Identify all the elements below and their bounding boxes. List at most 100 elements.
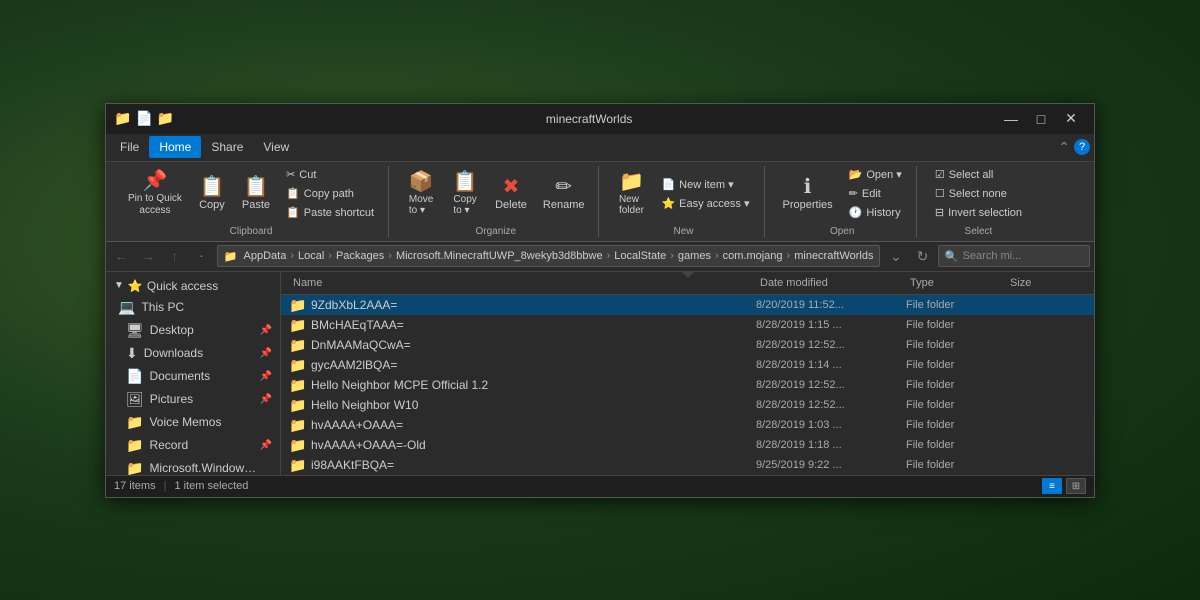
address-path[interactable]: 📁 AppData › Local › Packages › Microsoft… [217, 245, 881, 267]
up-button[interactable]: ↑ [163, 244, 186, 268]
file-modified-7: 8/28/2019 1:18 ... [756, 439, 906, 451]
col-header-name[interactable]: Name [289, 274, 756, 292]
delete-button[interactable]: ✖ Delete [489, 173, 533, 215]
new-label: New [673, 222, 693, 237]
col-header-type[interactable]: Type [906, 274, 1006, 292]
open-button[interactable]: 📂 Open ▾ [843, 166, 908, 183]
copy-button[interactable]: 📋 Copy [192, 173, 232, 215]
selection-count: 1 item selected [174, 480, 248, 492]
file-name-7: hvAAAA+OAAA=-Old [311, 438, 756, 452]
cut-button[interactable]: ✂ Cut [280, 166, 380, 183]
file-name-0: 9ZdbXbL2AAA= [311, 298, 756, 312]
path-part-2: Packages [336, 250, 384, 262]
file-row-6[interactable]: 📁 hvAAAA+OAAA= 8/28/2019 1:03 ... File f… [281, 415, 1094, 435]
file-name-1: BMcHAEqTAAA= [311, 318, 756, 332]
downloads-icon: ⬇ [126, 345, 138, 362]
chevron-down-icon: ▼ [114, 280, 124, 291]
paste-button[interactable]: 📋 Paste [236, 173, 276, 215]
sidebar-quick-access-header[interactable]: ▼ ⭐ Quick access [106, 276, 280, 296]
invert-icon: ⊟ [935, 206, 944, 219]
file-row-0[interactable]: 📁 9ZdbXbL2AAA= 8/20/2019 11:52... File f… [281, 295, 1094, 315]
voice-memos-label: Voice Memos [149, 415, 221, 429]
invert-selection-button[interactable]: ⊟ Invert selection [929, 204, 1028, 221]
maximize-button[interactable]: □ [1026, 104, 1056, 134]
file-row-8[interactable]: 📁 i98AAKtFBQA= 9/25/2019 9:22 ... File f… [281, 455, 1094, 475]
col-header-modified[interactable]: Date modified [756, 274, 906, 292]
select-none-button[interactable]: ☐ Select none [929, 185, 1028, 202]
help-button[interactable]: ? [1074, 139, 1090, 155]
status-sep: | [164, 480, 167, 492]
file-modified-6: 8/28/2019 1:03 ... [756, 419, 906, 431]
path-sep-0: › [290, 250, 294, 262]
menu-file[interactable]: File [110, 136, 149, 158]
ribbon-group-select: ☑ Select all ☐ Select none ⊟ Invert sele… [921, 166, 1036, 237]
desktop-label: Desktop [150, 323, 194, 337]
path-part-4: LocalState [614, 250, 666, 262]
ribbon-group-organize: 📦 Moveto ▾ 📋 Copyto ▾ ✖ Delete ✏ Rename … [393, 166, 599, 237]
new-folder-button[interactable]: 📁 Newfolder [611, 168, 651, 220]
file-row-7[interactable]: 📁 hvAAAA+OAAA=-Old 8/28/2019 1:18 ... Fi… [281, 435, 1094, 455]
file-row-3[interactable]: 📁 gycAAM2lBQA= 8/28/2019 1:14 ... File f… [281, 355, 1094, 375]
move-to-button[interactable]: 📦 Moveto ▾ [401, 168, 441, 220]
sidebar-item-voice-memos[interactable]: 📁 Voice Memos [106, 411, 280, 434]
close-button[interactable]: ✕ [1056, 104, 1086, 134]
file-type-4: File folder [906, 379, 1006, 391]
sidebar-item-desktop[interactable]: 🖥 Desktop 📌 [106, 319, 280, 342]
col-header-size[interactable]: Size [1006, 274, 1086, 292]
sidebar-item-downloads[interactable]: ⬇ Downloads 📌 [106, 342, 280, 365]
folder-icon-8: 📁 [289, 457, 305, 473]
select-all-button[interactable]: ☑ Select all [929, 166, 1028, 183]
view-controls: ≡ ⊞ [1042, 478, 1086, 494]
file-type-0: File folder [906, 299, 1006, 311]
rename-button[interactable]: ✏ Rename [537, 173, 591, 215]
path-folder-icon: 📁 [224, 250, 238, 263]
file-row-5[interactable]: 📁 Hello Neighbor W10 8/28/2019 12:52... … [281, 395, 1094, 415]
back-button[interactable]: ← [110, 244, 133, 268]
folder-icon-4: 📁 [289, 377, 305, 393]
address-dropdown-button[interactable]: ⌄ [884, 244, 907, 268]
paste-shortcut-button[interactable]: 📋 Paste shortcut [280, 204, 380, 221]
sidebar-item-pictures[interactable]: 🖼 Pictures 📌 [106, 388, 280, 411]
documents-icon: 📄 [126, 368, 143, 385]
copy-to-button[interactable]: 📋 Copyto ▾ [445, 168, 485, 220]
copy-to-icon: 📋 [453, 172, 478, 192]
details-view-button[interactable]: ≡ [1042, 478, 1062, 494]
minimize-button[interactable]: — [996, 104, 1026, 134]
menu-home[interactable]: Home [149, 136, 201, 158]
properties-button[interactable]: ℹ Properties [777, 173, 839, 215]
record-folder-icon: 📁 [126, 437, 143, 454]
edit-button[interactable]: ✏ Edit [843, 185, 908, 202]
tiles-view-button[interactable]: ⊞ [1066, 478, 1086, 494]
clipboard-small-buttons: ✂ Cut 📋 Copy path 📋 Paste shortcut [280, 166, 380, 221]
open-label: Open [830, 222, 854, 237]
sidebar-item-documents[interactable]: 📄 Documents 📌 [106, 365, 280, 388]
file-row-4[interactable]: 📁 Hello Neighbor MCPE Official 1.2 8/28/… [281, 375, 1094, 395]
copy-icon: 📋 [199, 177, 224, 197]
recent-locations-button[interactable]: ⋅ [190, 244, 213, 268]
search-box[interactable]: 🔍 Search mi... [938, 245, 1090, 267]
pin-to-quick-access-button[interactable]: 📌 Pin to Quickaccess [122, 167, 188, 221]
sidebar-item-record[interactable]: 📁 Record 📌 [106, 434, 280, 457]
ribbon-group-clipboard: 📌 Pin to Quickaccess 📋 Copy 📋 Paste ✂ Cu… [114, 166, 389, 237]
file-row-1[interactable]: 📁 BMcHAEqTAAA= 8/28/2019 1:15 ... File f… [281, 315, 1094, 335]
ms-icon: 📁 [126, 460, 143, 475]
main-content: ▼ ⭐ Quick access 💻 This PC 🖥 Desktop 📌 ⬇… [106, 272, 1094, 475]
file-type-8: File folder [906, 459, 1006, 471]
pin-icon: 📌 [143, 171, 168, 191]
menu-view[interactable]: View [253, 136, 299, 158]
copy-path-button[interactable]: 📋 Copy path [280, 185, 380, 202]
forward-button[interactable]: → [137, 244, 160, 268]
sidebar-item-ms-windowstr[interactable]: 📁 Microsoft.WindowsTr... [106, 457, 280, 475]
refresh-button[interactable]: ↻ [911, 244, 934, 268]
file-row-2[interactable]: 📁 DnMAAMaQCwA= 8/28/2019 12:52... File f… [281, 335, 1094, 355]
file-list: 📁 9ZdbXbL2AAA= 8/20/2019 11:52... File f… [281, 295, 1094, 475]
sidebar: ▼ ⭐ Quick access 💻 This PC 🖥 Desktop 📌 ⬇… [106, 272, 281, 475]
menu-share[interactable]: Share [201, 136, 253, 158]
sidebar-item-this-pc[interactable]: 💻 This PC [106, 296, 280, 319]
documents-label: Documents [149, 369, 210, 383]
new-item-button[interactable]: 📄 New item ▾ [655, 176, 755, 193]
file-modified-4: 8/28/2019 12:52... [756, 379, 906, 391]
history-button[interactable]: 🕐 History [843, 204, 908, 221]
easy-access-button[interactable]: ⭐ Easy access ▾ [655, 195, 755, 212]
path-sep-6: › [787, 250, 791, 262]
